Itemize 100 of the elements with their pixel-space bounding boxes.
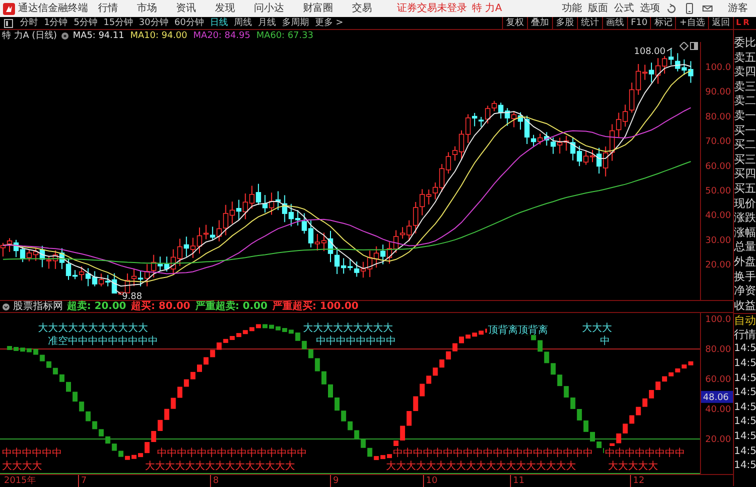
menu-item[interactable]: 问小达 — [254, 3, 284, 14]
login-status[interactable]: 证券交易未登录 — [397, 1, 467, 16]
quote-field-label: 收益 — [734, 298, 756, 314]
quote-field-label: 买三 — [734, 152, 756, 168]
period-tab[interactable]: 30分钟 — [136, 17, 172, 29]
quote-field-label: 卖二 — [734, 94, 756, 109]
quote-field-label: 总量 — [734, 240, 756, 255]
toolbar-menu-item[interactable]: 版面 — [588, 1, 608, 16]
quote-field-label: 换手 — [734, 270, 756, 284]
menu-item[interactable]: 发现 — [215, 3, 235, 14]
quote-field-label: 现价 — [734, 196, 756, 212]
app-title: 通达信金融终端 — [18, 2, 88, 16]
trade-time: 14:5 — [734, 372, 756, 386]
quote-field-label: 涨幅 — [734, 226, 756, 240]
indicator-parameter: 严重超买: 100.00 — [272, 301, 358, 312]
chart-tool-button[interactable]: 标记 — [650, 17, 676, 29]
chart-tool-button[interactable]: F10 — [626, 17, 650, 29]
price-axis-label: 90.00 — [705, 88, 731, 98]
price-axis-label: 70.00 — [705, 137, 731, 148]
quote-field-label: 委比 — [734, 36, 756, 51]
signal-text: 准空中中中中中中中中中 — [47, 334, 159, 347]
indicator-axis-label: 80.00 — [705, 345, 731, 355]
panel-switch-label[interactable]: L — [736, 18, 742, 27]
signal-text: 大大大大大大大大大 — [302, 321, 394, 334]
period-tab[interactable]: 5分钟 — [70, 17, 100, 29]
date-axis-label: 12 — [630, 475, 644, 487]
signal-text: 大大大大大 — [607, 459, 659, 472]
chart-tool-button[interactable]: 叠加 — [526, 17, 552, 29]
price-axis-label: 50.00 — [705, 186, 731, 196]
quote-field-label: 外盘 — [734, 254, 756, 270]
quote-field-label: 涨跌 — [734, 211, 756, 226]
quote-mode-tab[interactable]: 行情 — [734, 328, 756, 342]
trade-time: 14:5 — [734, 400, 756, 415]
moving-average-label: MA10: 94.00 — [130, 30, 188, 42]
signal-text: 中中中中中中中中中中中中中中中中中中中中 — [392, 446, 594, 459]
panel-switch-label[interactable]: R — [743, 18, 750, 27]
high-price-label: 108.00 — [633, 45, 666, 57]
toolbar-menu-item[interactable]: 功能 — [562, 1, 582, 16]
quote-field-label: 买四 — [734, 167, 756, 182]
signal-text: 大大大大 — [1, 459, 43, 472]
indicator-parameter: 超卖: 20.00 — [67, 301, 126, 312]
trade-time: 14:5 — [734, 459, 756, 474]
chart-title: 特 力A (日线) — [2, 30, 57, 42]
period-tab[interactable]: 多周期 — [278, 17, 312, 29]
signal-text: 大大大大大大大大大大大 — [37, 321, 149, 334]
chart-tool-button[interactable]: 返回 — [708, 17, 733, 29]
period-tab[interactable]: 日线 — [206, 17, 231, 29]
chart-tool-button[interactable]: 复权 — [502, 17, 527, 29]
period-tab[interactable]: 月线 — [254, 17, 279, 29]
date-axis-label: 2015年 — [3, 475, 36, 487]
date-axis-label: 11 — [510, 475, 524, 487]
period-tab[interactable]: 15分钟 — [100, 17, 136, 29]
price-axis-label: 30.00 — [705, 236, 731, 246]
trade-time: 14:5 — [734, 342, 756, 356]
indicator-axis-label: 60.00 — [705, 375, 731, 385]
menu-item[interactable]: 资讯 — [176, 3, 196, 14]
date-axis-label: 7 — [78, 475, 87, 487]
quote-field-label: 买五 — [734, 182, 756, 197]
period-tab[interactable]: 周线 — [230, 17, 255, 29]
current-value-label: 48.06 — [701, 390, 733, 403]
price-axis-label: 80.00 — [705, 112, 731, 122]
period-tab[interactable]: 分时 — [17, 17, 41, 29]
signal-text: 中中中中中中中中中中中中中中中 — [156, 446, 308, 459]
chart-tool-button[interactable]: +自选 — [675, 17, 708, 29]
menu-item[interactable]: 交易 — [352, 3, 372, 14]
quote-field-label: 卖一 — [734, 108, 756, 124]
signal-text: 中中中中中中中中 — [604, 446, 686, 459]
trade-time: 14:5 — [734, 415, 756, 430]
price-axis-label: 60.00 — [705, 162, 731, 172]
signal-text: 大大大大大大大大大大大大大大大大大大大 — [385, 459, 577, 472]
chart-tool-button[interactable]: 多股 — [552, 17, 577, 29]
low-price-label: 9.88 — [122, 292, 142, 300]
chart-tool-button[interactable]: 画线 — [602, 17, 627, 29]
toolbar-menu-item[interactable]: 公式 — [614, 1, 634, 16]
period-tab[interactable]: 更多 > — [312, 17, 346, 29]
quote-field-label: 买二 — [734, 138, 756, 153]
signal-text: 顶背离顶背离 — [487, 323, 549, 336]
indicator-parameter: 严重超卖: 0.00 — [195, 301, 268, 312]
user-name[interactable]: 游客 — [728, 1, 748, 16]
indicator-axis-label: 100.0 — [705, 315, 731, 325]
quote-field-label: 净资 — [734, 284, 756, 299]
signal-text: 中中中中中中 — [1, 446, 63, 459]
menu-item[interactable]: 财富圈 — [303, 3, 333, 14]
period-tab[interactable]: 1分钟 — [41, 17, 71, 29]
stock-name: 特 力A — [472, 2, 502, 16]
price-axis-label: 20.00 — [705, 260, 731, 271]
signal-text: 大大大 — [581, 321, 613, 334]
trade-time: 14:5 — [734, 444, 756, 459]
trade-time: 14:5 — [734, 357, 756, 372]
menu-item[interactable]: 行情 — [98, 3, 118, 14]
period-tab[interactable]: 60分钟 — [171, 17, 207, 29]
quote-field-label: 卖三 — [734, 80, 756, 94]
signal-text: 中中中中中中中中 — [315, 334, 397, 347]
chart-tool-button[interactable]: 统计 — [576, 17, 602, 29]
price-axis-label: 100.0 — [705, 63, 731, 73]
quote-mode-tab[interactable]: 自动 — [734, 313, 756, 328]
date-axis-label: 10 — [423, 475, 438, 487]
toolbar-menu-item[interactable]: 选项 — [640, 1, 660, 16]
date-axis-label: 9 — [330, 475, 339, 487]
menu-item[interactable]: 市场 — [137, 3, 157, 14]
